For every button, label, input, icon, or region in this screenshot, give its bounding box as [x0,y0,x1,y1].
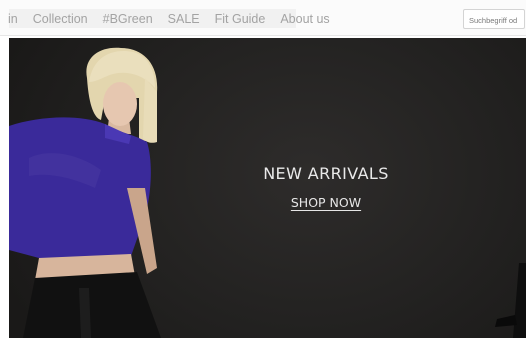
search-input[interactable] [464,11,524,28]
nav-item-bgreen[interactable]: #BGreen [103,12,153,26]
nav-item-sale[interactable]: SALE [168,12,200,26]
search-box [463,9,525,29]
hero-model-image [9,47,161,338]
hero-banner[interactable]: NEW ARRIVALS SHOP NOW [9,38,526,338]
hero-text-block: NEW ARRIVALS SHOP NOW [257,164,395,212]
site-header: in Collection #BGreen SALE Fit Guide Abo… [0,0,526,36]
nav-item-about-us[interactable]: About us [280,12,329,26]
nav-item-collection[interactable]: Collection [33,12,88,26]
nav-item-partial[interactable]: in [8,12,18,26]
nav-item-fit-guide[interactable]: Fit Guide [215,12,266,26]
shop-now-link[interactable]: SHOP NOW [291,195,361,210]
second-model-image [495,263,526,338]
main-nav: in Collection #BGreen SALE Fit Guide Abo… [0,8,345,30]
hero-headline: NEW ARRIVALS [263,164,389,183]
